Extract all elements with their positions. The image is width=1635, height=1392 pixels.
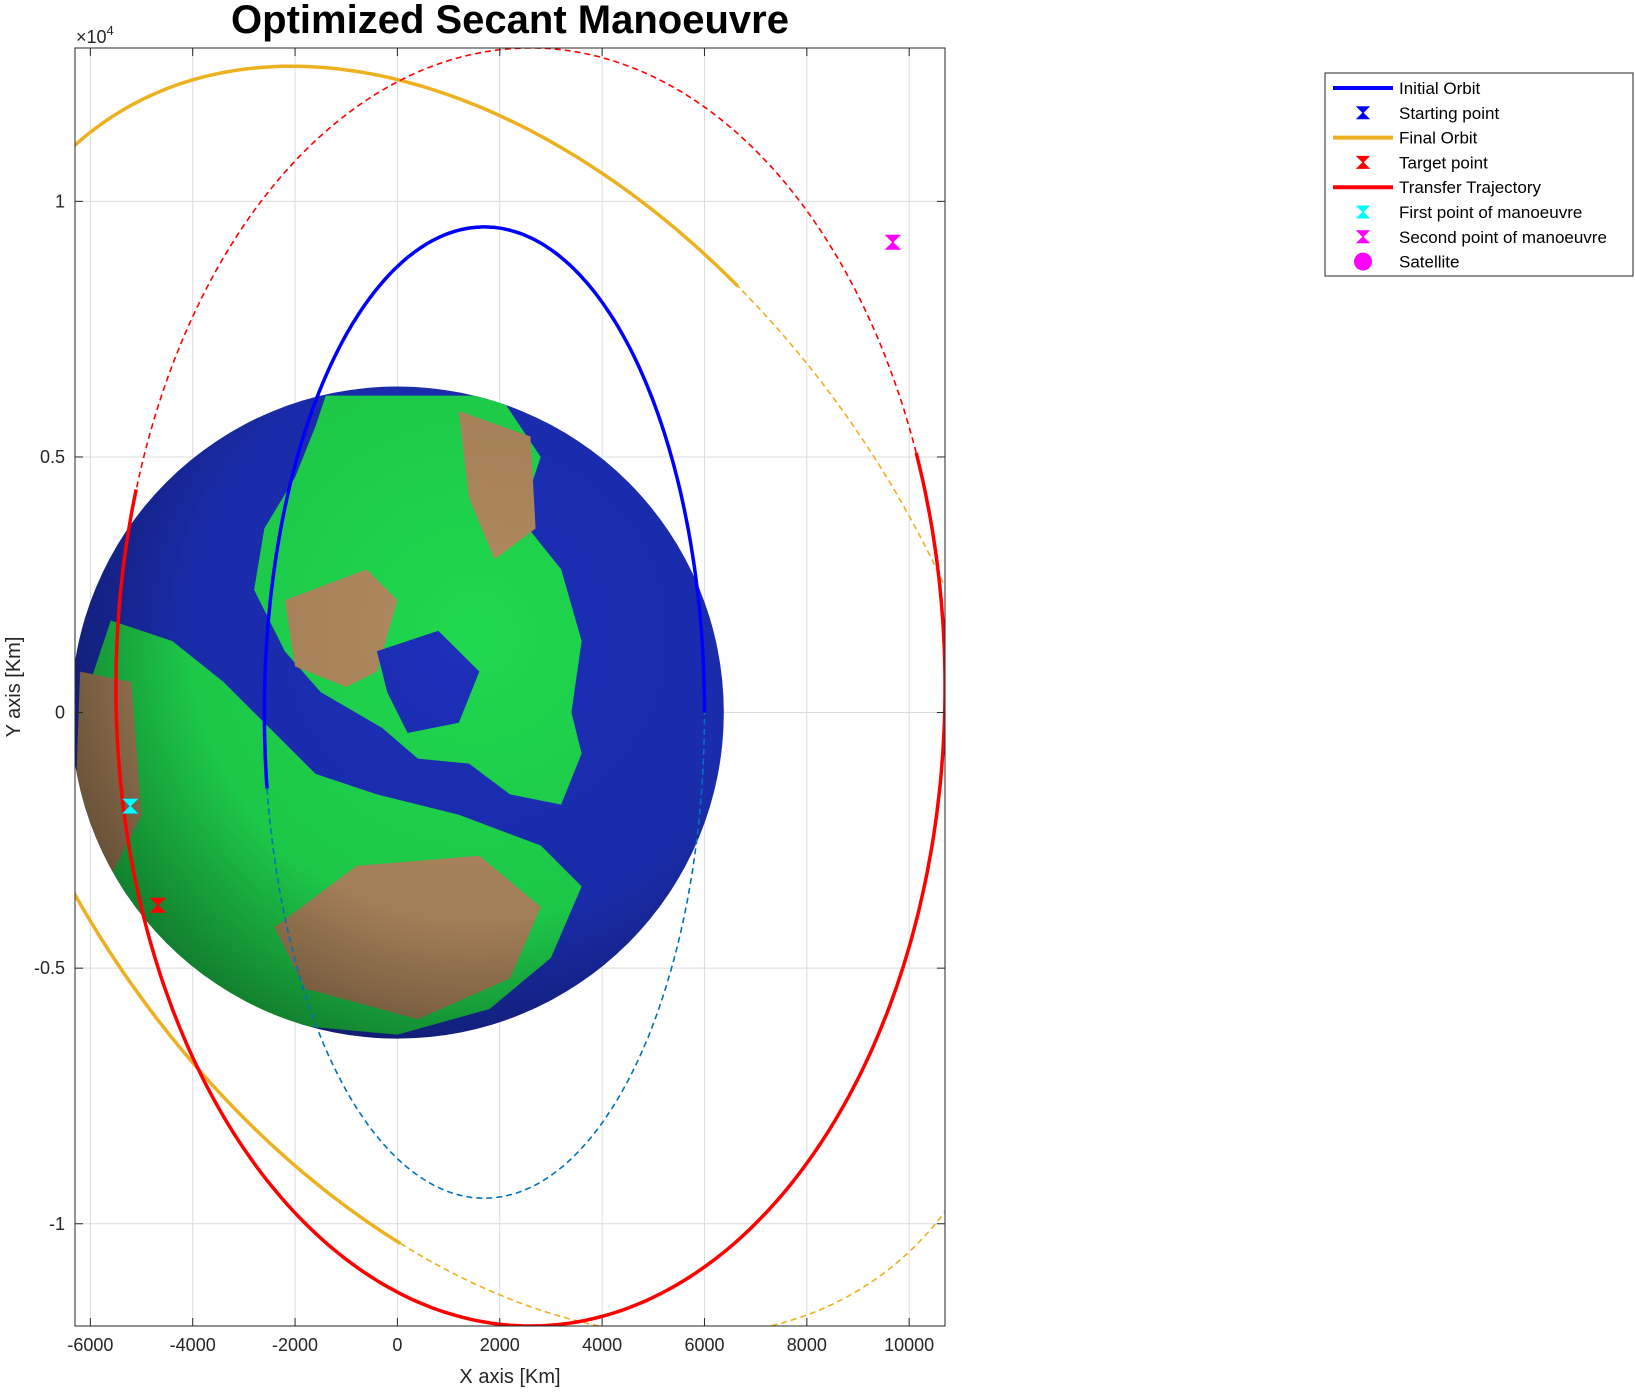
x-tick-label: 2000 bbox=[480, 1335, 520, 1355]
y-exponent-prefix: × bbox=[76, 27, 87, 47]
legend-label: Starting point bbox=[1399, 104, 1499, 123]
legend-label: Satellite bbox=[1399, 253, 1459, 272]
x-tick-label: -2000 bbox=[272, 1335, 318, 1355]
y-tick-label: 0 bbox=[55, 703, 65, 723]
y-tick-label: 1 bbox=[55, 191, 65, 211]
x-tick-label: 6000 bbox=[684, 1335, 724, 1355]
earth-shading bbox=[75, 386, 724, 1039]
x-axis-label: X axis [Km] bbox=[459, 1366, 560, 1388]
x-tick-label: -6000 bbox=[67, 1335, 113, 1355]
legend-label: Target point bbox=[1399, 153, 1488, 172]
y-exponent-base: 10 bbox=[87, 27, 107, 47]
y-tick-label: -1 bbox=[49, 1214, 65, 1234]
x-tick-label: 8000 bbox=[787, 1335, 827, 1355]
chart-title: Optimized Secant Manoeuvre bbox=[231, 0, 789, 42]
legend-label: First point of manoeuvre bbox=[1399, 203, 1582, 222]
earth-globe bbox=[75, 386, 724, 1039]
y-axis-label: Y axis [Km] bbox=[3, 637, 25, 738]
legend-label: Final Orbit bbox=[1399, 129, 1478, 148]
legend-swatch-dot bbox=[1354, 252, 1372, 271]
y-exponent-power: 4 bbox=[107, 23, 114, 38]
x-tick-label: 10000 bbox=[884, 1335, 934, 1355]
y-tick-label: -0.5 bbox=[34, 958, 65, 978]
legend: Initial Orbit Starting point Final Orbit Ta… bbox=[1324, 72, 1634, 277]
x-tick-label: 4000 bbox=[582, 1335, 622, 1355]
legend-label: Second point of manoeuvre bbox=[1399, 228, 1607, 247]
chart-figure: Optimized Secant Manoeuvre -6000 -4000 -20… bbox=[3, 0, 1634, 1388]
x-tick-label: -4000 bbox=[170, 1335, 216, 1355]
legend-label: Transfer Trajectory bbox=[1399, 178, 1542, 197]
x-tick-label: 0 bbox=[392, 1335, 402, 1355]
y-tick-label: 0.5 bbox=[40, 447, 65, 467]
y-exponent-label: ×104 bbox=[76, 23, 114, 47]
legend-label: Initial Orbit bbox=[1399, 79, 1481, 98]
